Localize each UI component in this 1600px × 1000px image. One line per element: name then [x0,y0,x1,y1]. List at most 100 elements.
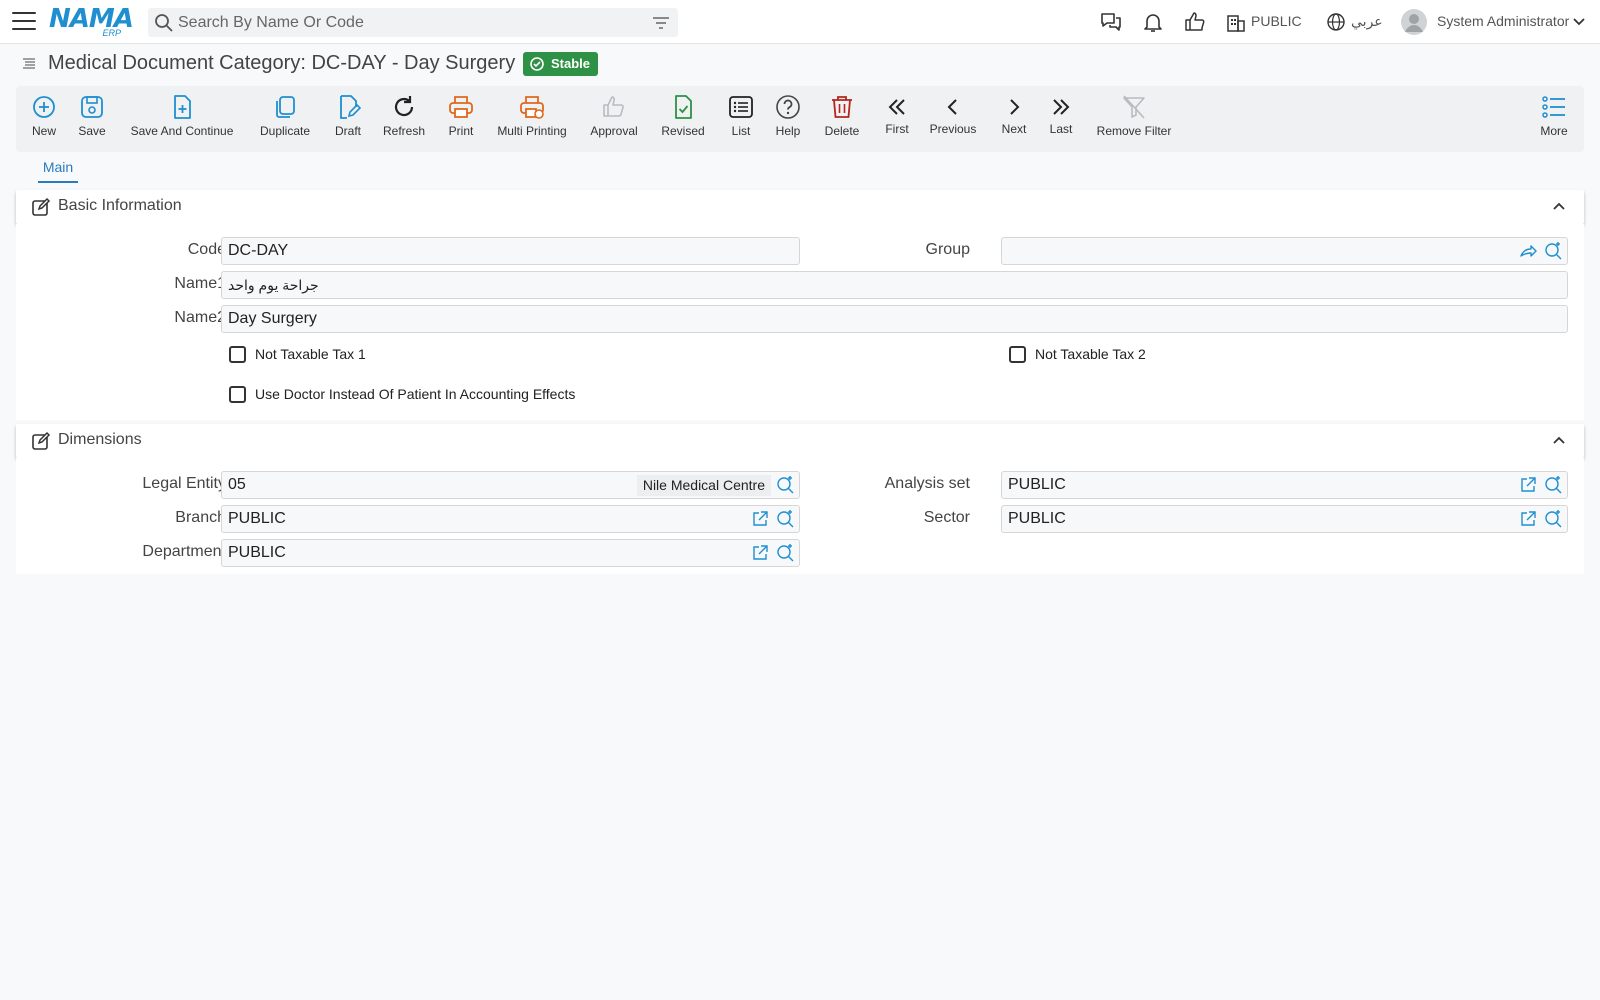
search-plus-icon[interactable] [1544,242,1562,260]
file-plus-icon [174,95,191,119]
user-name[interactable]: System Administrator [1437,13,1569,29]
group-label: Group [925,241,970,258]
search-plus-icon[interactable] [776,544,794,562]
trash-icon [832,96,852,118]
not-taxable-tax-2-checkbox[interactable] [1009,346,1026,363]
share-arrow-icon[interactable] [1519,242,1537,260]
chevron-up-icon[interactable] [1552,201,1566,211]
external-link-icon[interactable] [1519,476,1537,494]
dimensions-header[interactable]: Dimensions [16,424,1584,458]
external-link-icon[interactable] [751,544,769,562]
search-plus-icon[interactable] [1544,510,1562,528]
not-taxable-tax-1-checkbox[interactable] [229,346,246,363]
copy-icon [276,96,295,118]
hamburger-menu-icon[interactable] [12,12,36,32]
first-label: First [885,122,909,136]
save-button-label: Save [78,124,106,138]
company-label[interactable]: PUBLIC [1251,13,1302,29]
save-button[interactable]: Save [76,94,108,138]
external-link-icon[interactable] [751,510,769,528]
search-plus-icon[interactable] [1544,476,1562,494]
remove-filter-button[interactable]: Remove Filter [1094,94,1174,138]
help-label: Help [775,124,801,138]
previous-button[interactable]: Previous [928,94,978,136]
basic-information-header[interactable]: Basic Information [16,190,1584,224]
user-avatar-icon[interactable] [1400,8,1428,36]
notification-bell-icon[interactable] [1141,10,1165,34]
use-doctor-checkbox[interactable] [229,386,246,403]
dimensions-body: Legal Entity 05 Nile Medical Centre Anal… [16,458,1584,574]
thumbs-up-icon[interactable] [1183,10,1207,34]
external-link-icon[interactable] [1519,510,1537,528]
code-field[interactable]: DC-DAY [221,237,800,265]
approval-button[interactable]: Approval [589,94,639,138]
multi-printer-icon [520,96,544,119]
filter-off-icon [1123,95,1145,119]
name1-field[interactable]: جراحة يوم واحد [221,271,1568,299]
legal-entity-field[interactable]: 05 Nile Medical Centre [221,471,800,499]
basic-information-body: Code DC-DAY Group Name1 جراحة يوم واحد N… [16,224,1584,420]
thumbs-up-disabled-icon [603,96,624,117]
department-field[interactable]: PUBLIC [221,539,800,567]
revised-label: Revised [661,124,705,138]
language-switch[interactable]: عربي [1351,13,1383,30]
chat-icon[interactable] [1099,10,1123,34]
not-taxable-tax-1-label: Not Taxable Tax 1 [255,346,366,362]
tab-main[interactable]: Main [38,159,78,183]
filter-icon[interactable] [652,15,670,31]
edit-section-icon [32,431,51,450]
page-title-row: Medical Document Category: DC-DAY - Day … [0,48,1600,80]
save-icon [81,96,103,118]
chevron-up-icon[interactable] [1552,435,1566,445]
file-check-icon [675,95,692,119]
duplicate-button[interactable]: Duplicate [257,94,313,138]
printer-icon [449,96,473,118]
sector-field[interactable]: PUBLIC [1001,505,1568,533]
draft-button[interactable]: Draft [330,94,366,138]
new-button[interactable]: New [30,94,58,138]
revised-button[interactable]: Revised [660,94,706,138]
sector-label: Sector [923,509,970,526]
save-and-continue-button[interactable]: Save And Continue [130,94,234,138]
action-toolbar: New Save Save And Continue Duplicate Dra… [16,86,1584,152]
delete-button[interactable]: Delete [822,94,862,138]
next-button[interactable]: Next [999,94,1029,136]
dimensions-section: Dimensions Legal Entity 05 Nile Medical … [16,424,1584,574]
name2-label: Name2 [174,309,226,326]
top-bar: NAMA ERP PUBLIC عربي System Administrato… [0,0,1600,44]
name2-field[interactable]: Day Surgery [221,305,1568,333]
branch-label: Branch [175,509,226,526]
multi-printing-button[interactable]: Multi Printing [495,94,569,138]
more-button[interactable]: More [1536,94,1572,138]
status-badge: Stable [523,52,599,76]
new-button-label: New [31,124,56,138]
branch-value: PUBLIC [228,510,286,527]
branch-field[interactable]: PUBLIC [221,505,800,533]
approval-label: Approval [590,124,638,138]
print-button[interactable]: Print [445,94,477,138]
help-button[interactable]: Help [774,94,802,138]
not-taxable-tax-2-label: Not Taxable Tax 2 [1035,346,1146,362]
global-search [148,8,678,37]
app-logo[interactable]: NAMA ERP [49,5,134,39]
first-button[interactable]: First [882,94,912,136]
company-building-icon[interactable] [1226,10,1246,34]
globe-icon[interactable] [1326,10,1346,34]
last-button[interactable]: Last [1046,94,1076,136]
chevron-down-icon[interactable] [1572,16,1586,28]
status-badge-text: Stable [551,56,591,71]
chevron-right-icon [1010,99,1020,115]
analysis-set-label: Analysis set [884,475,970,492]
list-button[interactable]: List [728,94,754,138]
search-input[interactable] [178,10,638,35]
dimensions-title: Dimensions [58,431,142,448]
basic-information-section: Basic Information Code DC-DAY Group Name… [16,190,1584,420]
list-menu-icon[interactable] [22,57,36,71]
group-field[interactable] [1001,237,1568,265]
refresh-button[interactable]: Refresh [382,94,426,138]
analysis-set-field[interactable]: PUBLIC [1001,471,1568,499]
list-label: List [731,124,751,138]
use-doctor-label: Use Doctor Instead Of Patient In Account… [255,386,576,402]
draft-label: Draft [334,124,361,138]
form-tabs: Main [16,155,1584,185]
